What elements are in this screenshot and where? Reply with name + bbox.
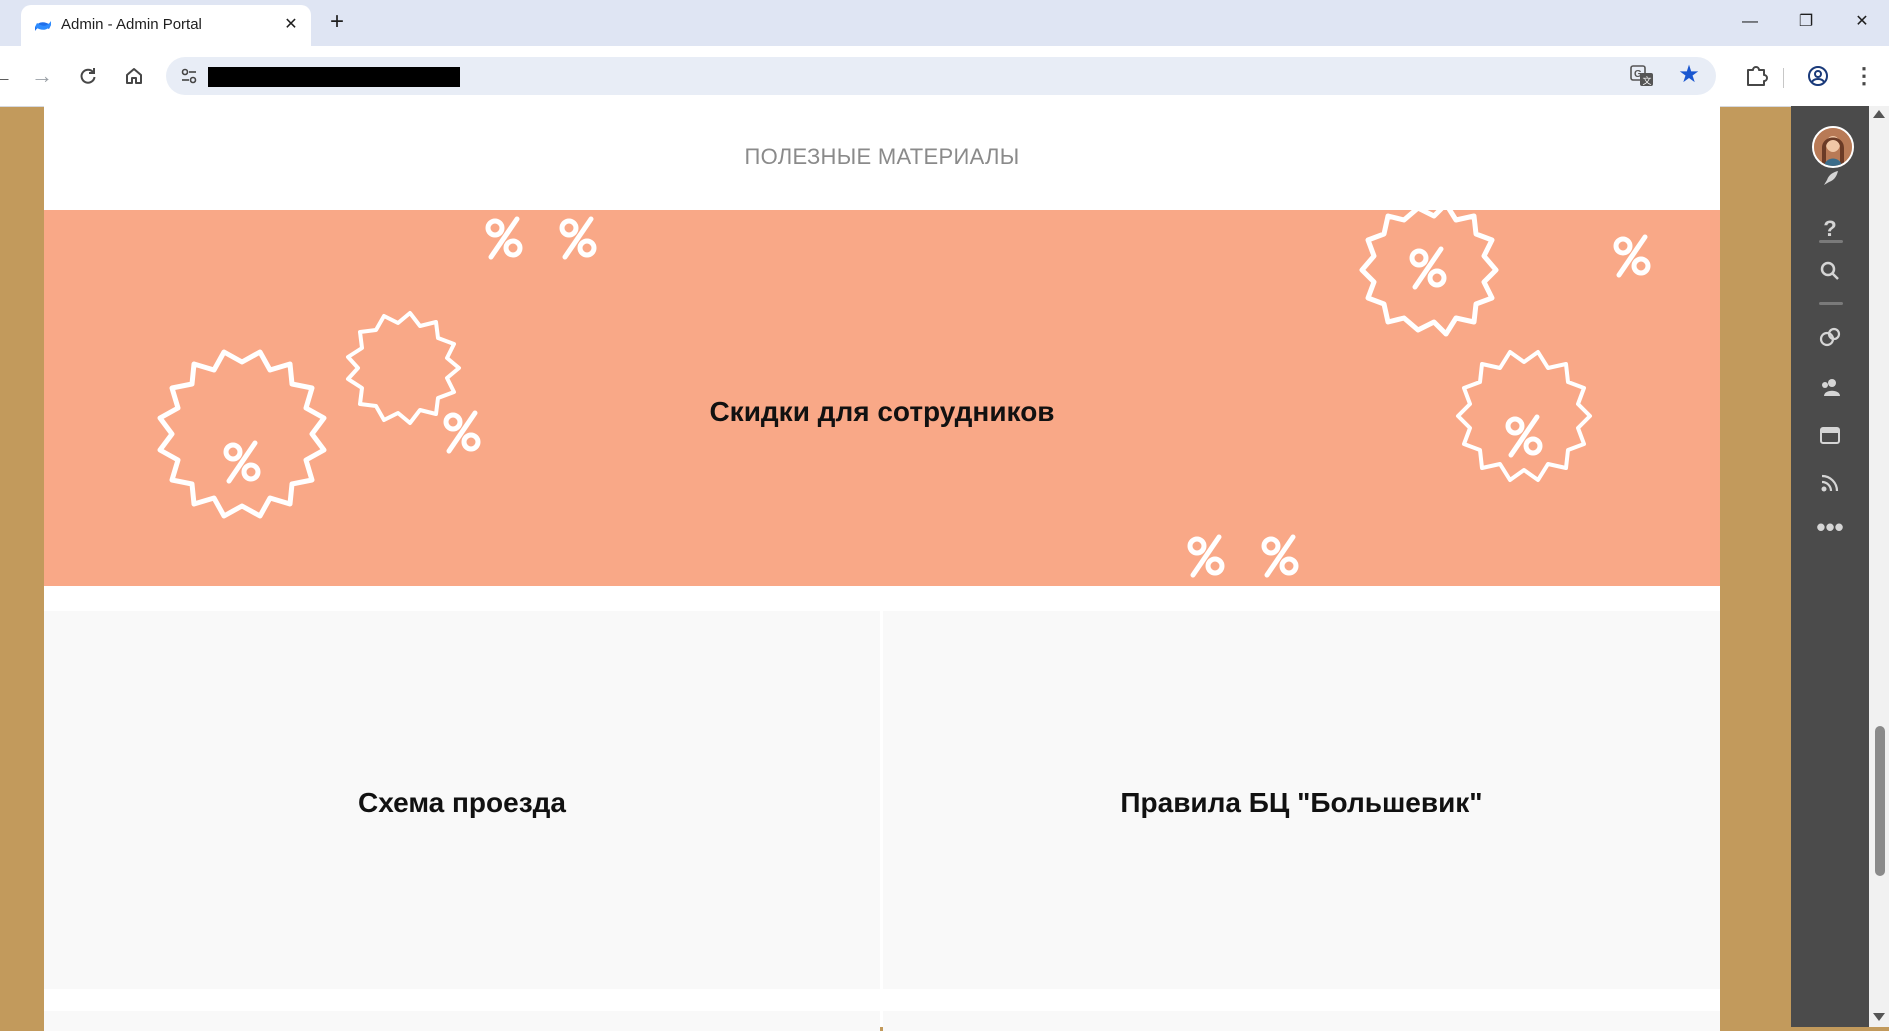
percent-icon: [1190, 537, 1222, 575]
percent-badge-icon: [1359, 210, 1499, 337]
page-content: ПОЛЕЗНЫЕ МАТЕРИАЛЫ Скидки для сотруднико…: [44, 106, 1720, 1031]
extensions-icon[interactable]: [1738, 58, 1774, 94]
reload-button[interactable]: [70, 58, 106, 94]
back-button[interactable]: ←: [0, 58, 20, 94]
toolbar-separator: [1783, 68, 1784, 88]
calendar-icon[interactable]: [1791, 418, 1869, 452]
address-bar[interactable]: G 文 ★: [166, 57, 1716, 95]
browser-tab[interactable]: Admin - Admin Portal ✕: [21, 5, 311, 46]
tile-title: Правила БЦ "Большевик": [1120, 787, 1483, 818]
section-title: ПОЛЕЗНЫЕ МАТЕРИАЛЫ: [744, 144, 1020, 169]
new-tab-button[interactable]: +: [322, 8, 352, 38]
directions-tile[interactable]: Схема проезда: [44, 611, 880, 989]
more-icon[interactable]: •••: [1791, 510, 1869, 544]
home-icon: [126, 68, 142, 84]
rocket-icon: [1824, 171, 1838, 185]
percent-badge-icon: [157, 349, 327, 519]
confluence-icon: [35, 21, 51, 31]
browser-tab-bar: Admin - Admin Portal ✕ + — ❐ ✕: [0, 0, 1889, 46]
building-rules-tile[interactable]: Правила БЦ "Большевик": [883, 611, 1720, 989]
profile-icon[interactable]: [1800, 58, 1836, 94]
percent-icon: [1264, 537, 1296, 575]
search-icon[interactable]: [1791, 254, 1869, 288]
window-restore-button[interactable]: ❐: [1778, 0, 1834, 44]
window-minimize-button[interactable]: —: [1722, 0, 1778, 44]
next-tile[interactable]: [883, 1011, 1720, 1031]
search-icon: [1820, 261, 1839, 280]
scrollbar-thumb[interactable]: [1875, 726, 1885, 876]
tile-title: Схема проезда: [358, 787, 566, 818]
percent-icon: [562, 219, 594, 257]
scroll-down-arrow-icon[interactable]: [1873, 1013, 1885, 1021]
browser-toolbar: ← → G 文 ★ ⋮: [0, 46, 1889, 107]
close-tab-button[interactable]: ✕: [279, 13, 303, 37]
scrollbar[interactable]: [1869, 106, 1889, 1027]
home-button[interactable]: [116, 58, 152, 94]
user-photo: [1814, 128, 1852, 166]
link-icon: [1819, 327, 1841, 347]
site-info-icon[interactable]: [176, 63, 202, 89]
scroll-up-arrow-icon[interactable]: [1873, 110, 1885, 118]
people-icon[interactable]: [1791, 370, 1869, 404]
svg-text:文: 文: [1643, 75, 1652, 86]
sidebar-divider: [1819, 240, 1843, 243]
people-icon: [1822, 379, 1840, 396]
tune-icon: [181, 68, 197, 84]
app-sidebar: ? •••: [1791, 106, 1869, 1027]
translate-icon[interactable]: G 文: [1630, 64, 1654, 88]
url-text-redacted[interactable]: [208, 67, 460, 87]
discounts-banner[interactable]: Скидки для сотрудников: [44, 210, 1720, 586]
rocket-icon[interactable]: [1791, 162, 1869, 196]
tab-title: Admin - Admin Portal: [61, 16, 202, 33]
calendar-icon: [1820, 427, 1840, 444]
next-tile[interactable]: [44, 1011, 880, 1031]
bookmark-star-icon[interactable]: ★: [1675, 61, 1703, 89]
percent-icon: [488, 219, 520, 257]
feed-icon[interactable]: [1791, 466, 1869, 500]
browser-menu-icon[interactable]: ⋮: [1846, 58, 1882, 94]
percent-icon: [1616, 237, 1648, 275]
sidebar-divider: [1819, 302, 1843, 305]
link-icon[interactable]: [1791, 320, 1869, 354]
forward-button[interactable]: →: [24, 58, 60, 94]
reload-icon: [80, 68, 96, 84]
window-close-button[interactable]: ✕: [1834, 0, 1889, 44]
banner-title: Скидки для сотрудников: [709, 396, 1055, 427]
feed-icon: [1821, 474, 1839, 492]
